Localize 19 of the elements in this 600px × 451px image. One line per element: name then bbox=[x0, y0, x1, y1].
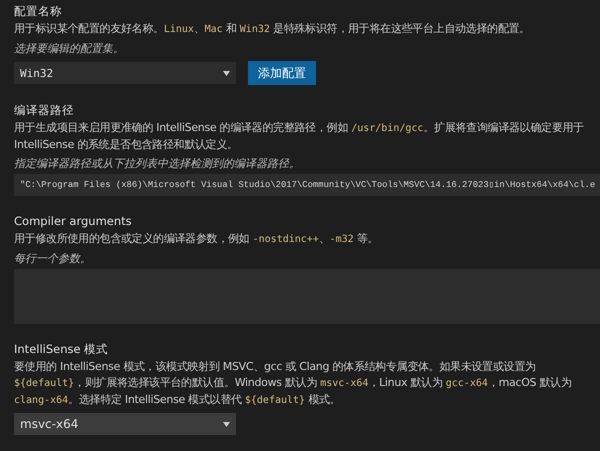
setting-description: 要使用的 IntelliSense 模式，该模式映射到 MSVC、gcc 或 Clang 的体系结构专属变体。如果未设置或设置为 ${default}，则扩展将选择该平台的默认值。Windows 默认为 msvc-x64，Linux 默认为 gcc-x64，macOS 默认为 clang-x64。选择特定 IntelliSense 模式以替代 ${default} 模式。 bbox=[14, 359, 573, 408]
setting-title: IntelliSense 模式 bbox=[14, 342, 110, 357]
caret-icon bbox=[223, 70, 230, 76]
caret-icon bbox=[223, 422, 230, 426]
add-configuration-button[interactable]: 添加配置 bbox=[248, 61, 316, 85]
setting-hint: 指定编译器路径或从下拉列表中选择检测到的编译器路径。 bbox=[14, 156, 301, 172]
dropdown-value: msvc-x64 bbox=[20, 417, 78, 431]
setting-hint: 选择要编辑的配置集。 bbox=[14, 41, 125, 57]
input-field[interactable]: "C:\Program Files (x86)\Microsoft Visual Studio\2017\Community\VC\Tools\MSVC\14.16.27023▯in\Hostx64\x64\cl.e bbox=[14, 174, 600, 196]
setting-description: 用于标识某个配置的友好名称。Linux、Mac 和 Win32 是特殊标识符，用于将在这些平台上自动选择的配置。 bbox=[14, 21, 531, 37]
setting-hint: 每行一个参数。 bbox=[14, 251, 92, 267]
dropdown[interactable]: Win32 bbox=[14, 62, 236, 84]
setting-title: Compiler arguments bbox=[14, 214, 133, 229]
setting-description: 用于生成项目来启用更准确的 IntelliSense 的编译器的完整路径，例如 /usr/bin/gcc。扩展将查询编译器以确定要用于 IntelliSense 的系统是否包含路径和默认定义。 bbox=[14, 120, 585, 153]
dropdown-value: Win32 bbox=[20, 66, 54, 80]
setting-description: 用于修改所使用的包含或定义的编译器参数，例如 -nostdinc++、-m32 等。 bbox=[14, 231, 380, 247]
dropdown[interactable]: msvc-x64 bbox=[14, 413, 236, 435]
setting-title: 编译器路径 bbox=[14, 103, 75, 118]
setting-title: 配置名称 bbox=[14, 4, 63, 19]
